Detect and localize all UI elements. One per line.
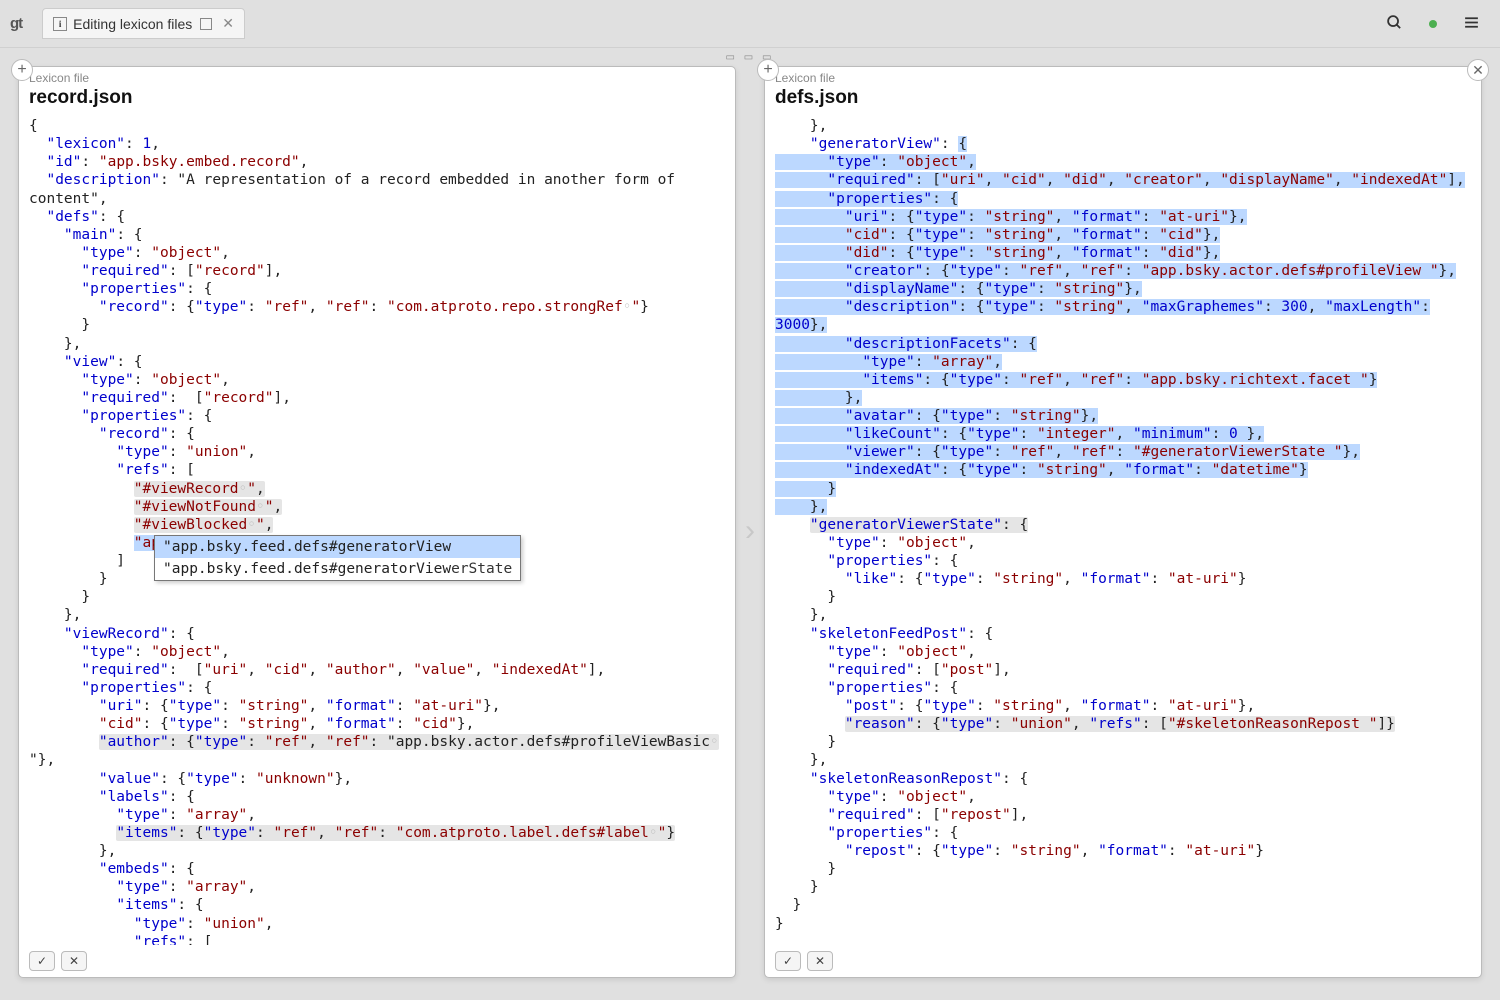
autocomplete-popup[interactable]: "app.bsky.feed.defs#generatorView"app.bs… — [154, 535, 521, 581]
info-icon: i — [53, 17, 67, 31]
autocomplete-option[interactable]: "app.bsky.feed.defs#generatorView — [155, 536, 520, 558]
tab-title: Editing lexicon files — [73, 16, 192, 32]
maximize-icon[interactable] — [200, 18, 212, 30]
accept-button[interactable]: ✓ — [29, 951, 55, 971]
close-icon[interactable]: ✕ — [222, 15, 234, 32]
right-panel-title: defs.json — [765, 87, 1481, 115]
left-panel: + Lexicon file record.json { "lexicon": … — [18, 66, 736, 978]
panel-kind-label: Lexicon file — [19, 67, 735, 87]
app-logo: gt — [10, 15, 22, 32]
chevron-right-icon: › — [745, 514, 755, 548]
left-code-editor[interactable]: { "lexicon": 1, "id": "app.bsky.embed.re… — [19, 115, 735, 945]
drag-handle[interactable]: ▭ ▭ ▭ — [0, 48, 1500, 66]
add-panel-button[interactable]: + — [757, 59, 779, 81]
workspace: › + Lexicon file record.json { "lexicon"… — [0, 66, 1500, 996]
autocomplete-option[interactable]: "app.bsky.feed.defs#generatorViewerState — [155, 558, 520, 580]
tab-editing-lexicon[interactable]: i Editing lexicon files ✕ — [42, 8, 245, 39]
cancel-button[interactable]: ✕ — [61, 951, 87, 971]
hamburger-icon[interactable] — [1463, 14, 1480, 34]
right-panel: + ✕ Lexicon file defs.json }, "generator… — [764, 66, 1482, 978]
accept-button[interactable]: ✓ — [775, 951, 801, 971]
topbar-right — [1386, 14, 1490, 34]
right-code-editor[interactable]: }, "generatorView": { "type": "object", … — [765, 115, 1481, 945]
close-panel-button[interactable]: ✕ — [1467, 59, 1489, 81]
left-panel-title: record.json — [19, 87, 735, 115]
search-icon[interactable] — [1386, 14, 1403, 34]
topbar: gt i Editing lexicon files ✕ — [0, 0, 1500, 48]
add-panel-button[interactable]: + — [11, 59, 33, 81]
status-dot-icon — [1429, 20, 1437, 28]
panel-kind-label: Lexicon file — [765, 67, 1481, 87]
cancel-button[interactable]: ✕ — [807, 951, 833, 971]
